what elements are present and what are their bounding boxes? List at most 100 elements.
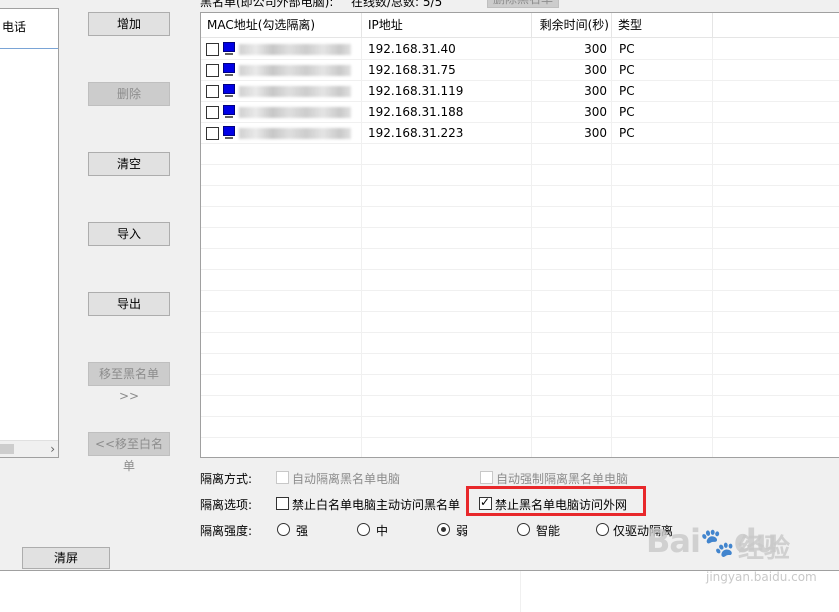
auto-isolate-checkbox[interactable] <box>276 471 289 484</box>
clear-screen-button[interactable]: 清屏 <box>22 547 110 569</box>
grid-line <box>201 374 839 375</box>
table-row[interactable]: 192.168.31.188 300 PC <box>201 102 839 123</box>
computer-icon <box>223 42 235 56</box>
strength-medium-radio[interactable] <box>357 523 370 536</box>
baidu-logo-tail: du <box>733 522 779 560</box>
table-row[interactable]: 192.168.31.223 300 PC <box>201 123 839 144</box>
strength-driver-only-label: 仅驱动隔离 <box>613 524 674 538</box>
grid-line <box>201 122 839 123</box>
grid-line <box>201 101 839 102</box>
auto-isolate-label: 自动隔离黑名单电脑 <box>292 472 401 486</box>
strength-strong-label: 强 <box>296 524 309 538</box>
ip-cell: 192.168.31.223 <box>368 126 464 140</box>
import-button[interactable]: 导入 <box>88 222 170 246</box>
move-to-whitelist-button[interactable]: <<移至白名单 <box>88 432 170 473</box>
isolation-options-label: 隔离选项: <box>200 498 253 512</box>
isolate-checkbox[interactable] <box>206 64 219 77</box>
left-list-column-header[interactable]: 电话 <box>0 9 58 49</box>
strength-strong-radio[interactable] <box>277 523 290 536</box>
mac-address-blurred <box>239 65 351 76</box>
grid-line <box>201 416 839 417</box>
mac-address-blurred <box>239 44 351 55</box>
grid-line <box>201 206 839 207</box>
time-cell: 300 <box>584 126 607 140</box>
red-highlight-box <box>466 486 646 516</box>
table-row[interactable]: 192.168.31.75 300 PC <box>201 60 839 81</box>
log-divider <box>520 571 521 612</box>
radio-selected-dot <box>441 527 446 532</box>
time-cell: 300 <box>584 84 607 98</box>
column-header-mac[interactable]: MAC地址(勾选隔离) <box>201 13 362 37</box>
grid-line <box>201 164 839 165</box>
isolate-checkbox[interactable] <box>206 127 219 140</box>
column-header-type[interactable]: 类型 <box>612 13 713 37</box>
left-list-horizontal-scrollbar[interactable]: › <box>0 440 58 457</box>
grid-line <box>201 332 839 333</box>
grid-line <box>201 143 839 144</box>
mac-address-blurred <box>239 128 351 139</box>
type-cell: PC <box>619 84 635 98</box>
grid-line <box>201 80 839 81</box>
strength-driver-only-radio[interactable] <box>596 523 609 536</box>
isolate-checkbox[interactable] <box>206 43 219 56</box>
grid-line <box>201 395 839 396</box>
online-count: 在线数/总数: 5/5 <box>351 0 443 9</box>
ip-cell: 192.168.31.188 <box>368 105 464 119</box>
blacklist-table[interactable]: MAC地址(勾选隔离) IP地址 剩余时间(秒) 类型 192.168.31.4… <box>200 12 839 458</box>
grid-line <box>201 227 839 228</box>
time-cell: 300 <box>584 63 607 77</box>
ip-cell: 192.168.31.75 <box>368 63 456 77</box>
isolate-checkbox[interactable] <box>206 106 219 119</box>
column-header-remaining-time[interactable]: 剩余时间(秒) <box>532 13 612 37</box>
table-row[interactable]: 192.168.31.40 300 PC <box>201 39 839 60</box>
column-header-ip[interactable]: IP地址 <box>362 13 532 37</box>
mac-address-blurred <box>239 86 351 97</box>
blacklist-label: 黑名单(即公司外部电脑): <box>200 0 334 9</box>
table-row[interactable]: 192.168.31.119 300 PC <box>201 81 839 102</box>
computer-icon <box>223 84 235 98</box>
type-cell: PC <box>619 63 635 77</box>
computer-icon <box>223 63 235 77</box>
auto-force-isolate-checkbox[interactable] <box>480 471 493 484</box>
block-whitelist-access-label: 禁止白名单电脑主动访问黑名单 <box>292 498 461 512</box>
log-area[interactable] <box>0 570 839 612</box>
grid-line <box>201 311 839 312</box>
grid-line <box>201 269 839 270</box>
grid-line <box>201 353 839 354</box>
scroll-right-arrow-icon[interactable]: › <box>50 441 55 457</box>
type-cell: PC <box>619 105 635 119</box>
strength-weak-label: 弱 <box>456 524 469 538</box>
add-button[interactable]: 增加 <box>88 12 170 36</box>
grid-line <box>201 290 839 291</box>
jingyan-text: 经验 <box>738 534 791 564</box>
delete-button[interactable]: 删除 <box>88 82 170 106</box>
isolate-checkbox[interactable] <box>206 85 219 98</box>
scrollbar-thumb[interactable] <box>0 444 14 454</box>
computer-icon <box>223 126 235 140</box>
strength-smart-radio[interactable] <box>517 523 530 536</box>
strength-smart-label: 智能 <box>536 524 561 538</box>
isolation-strength-label: 隔离强度: <box>200 524 253 538</box>
remove-blacklist-button[interactable]: 删除黑名单 <box>487 0 559 8</box>
computer-icon <box>223 105 235 119</box>
time-cell: 300 <box>584 42 607 56</box>
grid-line <box>201 59 839 60</box>
strength-medium-label: 中 <box>376 524 389 538</box>
type-cell: PC <box>619 42 635 56</box>
isolation-mode-label: 隔离方式: <box>200 472 253 486</box>
move-to-blacklist-button[interactable]: 移至黑名单>> <box>88 362 170 403</box>
ip-cell: 192.168.31.119 <box>368 84 464 98</box>
paw-icon: 🐾 <box>699 526 735 559</box>
mac-address-blurred <box>239 107 351 118</box>
grid-line <box>201 185 839 186</box>
left-list-panel[interactable]: 电话 › <box>0 8 59 458</box>
grid-line <box>201 248 839 249</box>
block-whitelist-access-checkbox[interactable] <box>276 497 289 510</box>
export-button[interactable]: 导出 <box>88 292 170 316</box>
type-cell: PC <box>619 126 635 140</box>
table-header: MAC地址(勾选隔离) IP地址 剩余时间(秒) 类型 <box>201 13 839 38</box>
clear-button[interactable]: 清空 <box>88 152 170 176</box>
strength-weak-radio[interactable] <box>437 523 450 536</box>
grid-line <box>201 437 839 438</box>
auto-force-isolate-label: 自动强制隔离黑名单电脑 <box>496 472 629 486</box>
